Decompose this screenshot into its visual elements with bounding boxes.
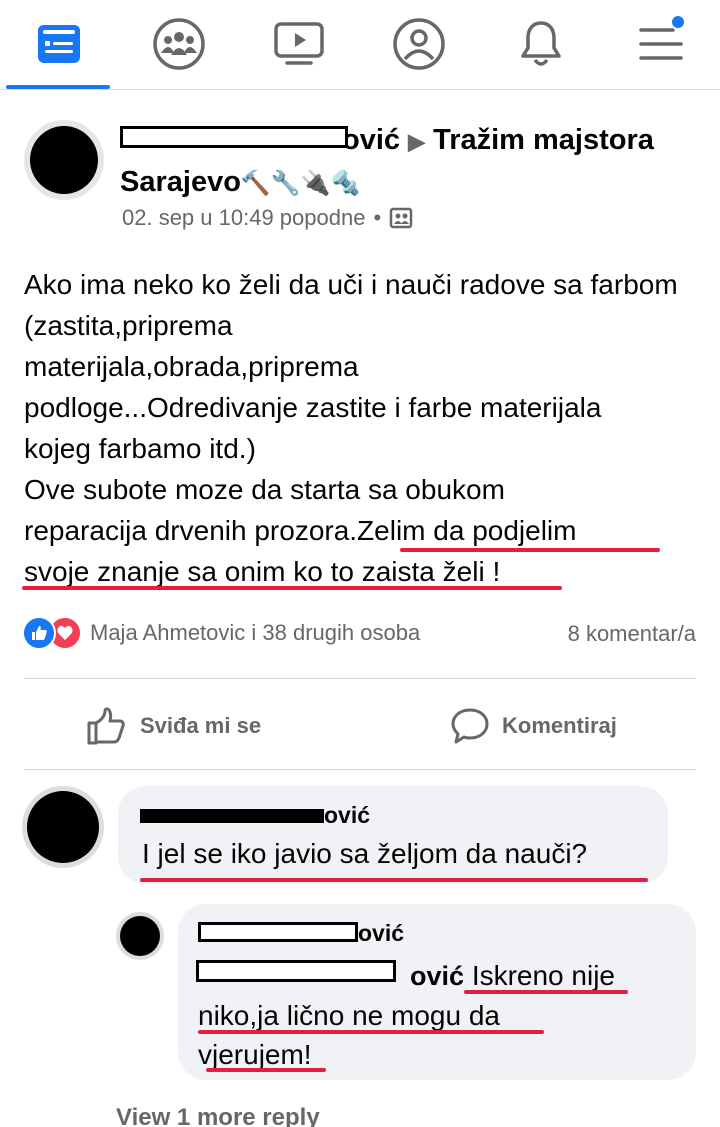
replier-avatar[interactable]	[116, 912, 164, 960]
bell-icon	[521, 21, 561, 66]
post-line: kojeg farbamo itd.)	[24, 433, 256, 464]
commenter-name-suffix: ović	[324, 802, 371, 828]
view-more-replies-link[interactable]: View 1 more reply	[116, 1104, 320, 1127]
red-underline	[140, 878, 648, 882]
post-line: reparacija drvenih prozora.Zelim da podj…	[24, 515, 577, 546]
post-line: podloge...Odredivanje zastite i farbe ma…	[24, 392, 602, 423]
post-line: Ako ima neko ko želi da uči i nauči rado…	[24, 269, 678, 341]
nav-groups[interactable]	[124, 0, 234, 88]
post-line: materijala,obrada,priprema	[24, 351, 359, 382]
reply-text-line: vjerujem!	[198, 1039, 312, 1070]
nav-menu[interactable]	[606, 0, 716, 88]
redaction-box	[198, 922, 358, 942]
watch-icon	[274, 22, 324, 65]
groups-icon	[153, 18, 205, 70]
red-underline	[464, 990, 628, 994]
active-tab-indicator	[6, 85, 110, 89]
comment-bubble: ović I jel se iko javio sa željom da nau…	[118, 786, 668, 884]
redaction-box	[196, 960, 396, 982]
comment-bubble-icon	[451, 708, 489, 744]
commenter-avatar[interactable]	[22, 786, 104, 868]
comment-text: I jel se iko javio sa željom da nauči?	[142, 838, 588, 869]
arrow-icon: ▶	[408, 129, 426, 154]
nav-news-feed[interactable]	[4, 0, 114, 88]
reactions-text: Maja Ahmetovic i 38 drugih osoba	[90, 620, 421, 645]
post-timestamp[interactable]: 02. sep u 10:49 popodne	[122, 205, 365, 231]
comment-count[interactable]: 8 komentar/a	[568, 621, 696, 647]
reactions-summary[interactable]: Maja Ahmetovic i 38 drugih osoba	[22, 616, 420, 650]
notification-badge	[670, 14, 686, 30]
redaction-box	[140, 809, 324, 823]
red-underline	[198, 1030, 544, 1034]
post-body: Ako ima neko ko želi da uči i nauči rado…	[24, 264, 704, 592]
post-meta: 02. sep u 10:49 popodne •	[122, 205, 413, 231]
red-underline	[206, 1068, 326, 1072]
red-underline	[400, 548, 660, 552]
divider	[24, 678, 696, 679]
author-name-suffix[interactable]: ović	[342, 124, 400, 156]
replier-name-suffix: ović	[358, 920, 405, 946]
menu-icon	[639, 28, 683, 60]
like-button-label: Sviđa mi se	[140, 713, 262, 738]
reply-text-line: niko,ja lično ne mogu da	[198, 1000, 500, 1031]
meta-separator: •	[373, 205, 382, 230]
post-author-avatar[interactable]	[24, 120, 104, 200]
nav-profile[interactable]	[364, 0, 474, 88]
redaction-box	[120, 126, 348, 148]
like-button[interactable]: Sviđa mi se	[86, 700, 261, 752]
divider	[24, 769, 696, 770]
like-reaction-icon	[22, 616, 56, 650]
news-feed-icon	[38, 25, 80, 63]
post-line: Ove subote moze da starta sa obukom	[24, 474, 505, 505]
comment-button[interactable]: Komentiraj	[450, 700, 617, 752]
top-navigation-bar	[0, 0, 720, 90]
group-emojis: 🔨🔧🔌🔩	[240, 170, 361, 197]
mention-suffix[interactable]: ović	[410, 961, 464, 991]
nav-notifications[interactable]	[486, 0, 596, 88]
comment-button-label: Komentiraj	[502, 713, 617, 738]
reply-text-line: Iskreno nije	[471, 960, 615, 991]
audience-group-icon	[389, 207, 413, 229]
red-underline	[22, 586, 562, 590]
profile-icon	[393, 18, 445, 70]
nav-watch[interactable]	[244, 0, 354, 88]
thumbs-up-icon	[87, 707, 125, 745]
